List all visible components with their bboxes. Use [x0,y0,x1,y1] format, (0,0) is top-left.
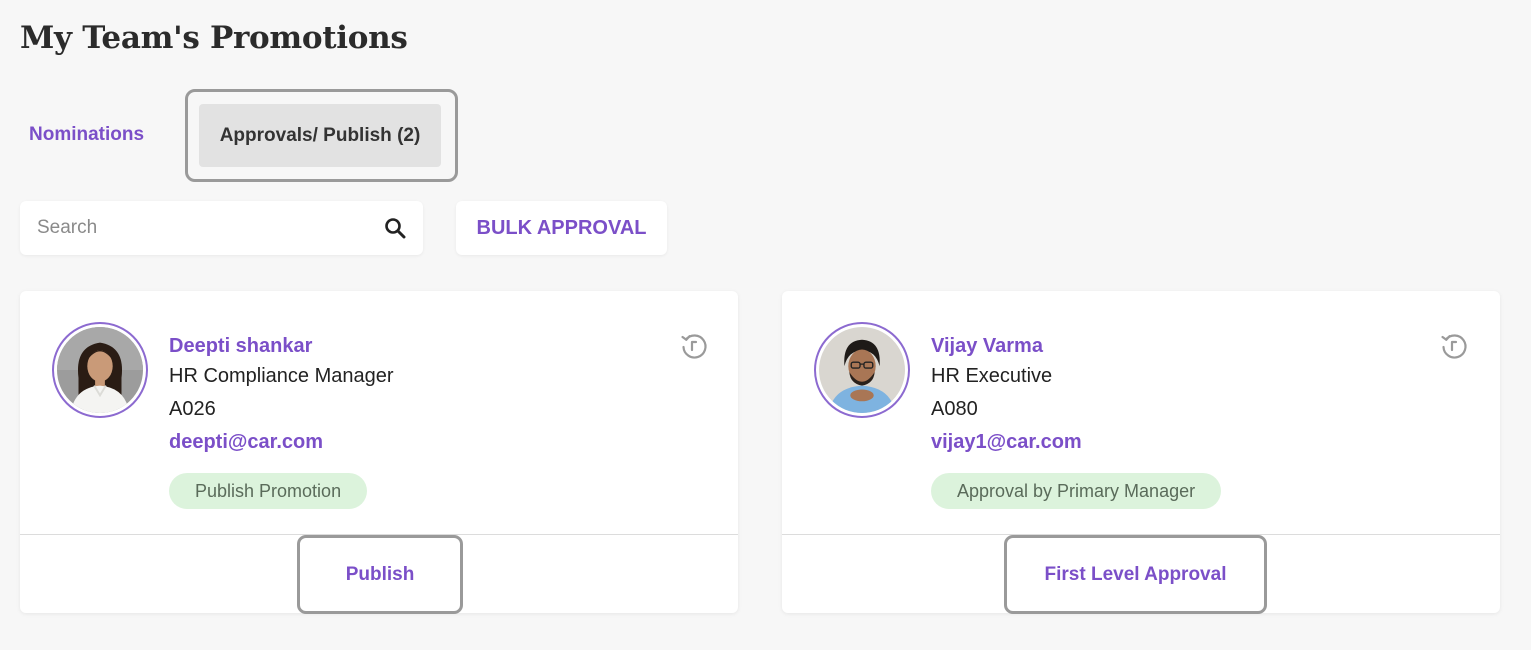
employee-info: Vijay Varma HR Executive A080 vijay1@car… [931,332,1082,458]
history-icon[interactable] [679,331,709,361]
status-badge: Approval by Primary Manager [931,473,1222,509]
publish-button[interactable]: Publish [297,535,463,614]
employee-code: A026 [169,398,216,420]
tab-approvals-publish[interactable]: Approvals/ Publish (2) [199,104,441,167]
search-box [20,201,423,255]
avatar [52,322,148,418]
avatar-image [57,327,143,413]
employee-email[interactable]: deepti@car.com [169,426,394,458]
page-title: My Team's Promotions [20,20,408,56]
search-input[interactable] [37,217,383,239]
avatar-image [819,327,905,413]
employee-name[interactable]: Deepti shankar [169,332,394,360]
promotions-page: My Team's Promotions Nominations Approva… [0,0,1531,650]
employee-role: HR Executive [931,365,1053,387]
avatar [814,322,910,418]
promotion-card: Deepti shankar HR Compliance Manager A02… [20,291,738,614]
employee-email[interactable]: vijay1@car.com [931,426,1082,458]
first-level-approval-button[interactable]: First Level Approval [1004,535,1267,614]
search-icon[interactable] [383,216,407,240]
history-icon[interactable] [1439,331,1469,361]
bulk-approval-button[interactable]: BULK APPROVAL [456,201,667,255]
employee-code: A080 [931,398,978,420]
promotion-card: Vijay Varma HR Executive A080 vijay1@car… [782,291,1500,614]
employee-role: HR Compliance Manager [169,365,394,387]
employee-info: Deepti shankar HR Compliance Manager A02… [169,332,394,458]
employee-name[interactable]: Vijay Varma [931,332,1082,360]
status-badge: Publish Promotion [169,473,368,509]
tab-nominations[interactable]: Nominations [29,124,144,146]
